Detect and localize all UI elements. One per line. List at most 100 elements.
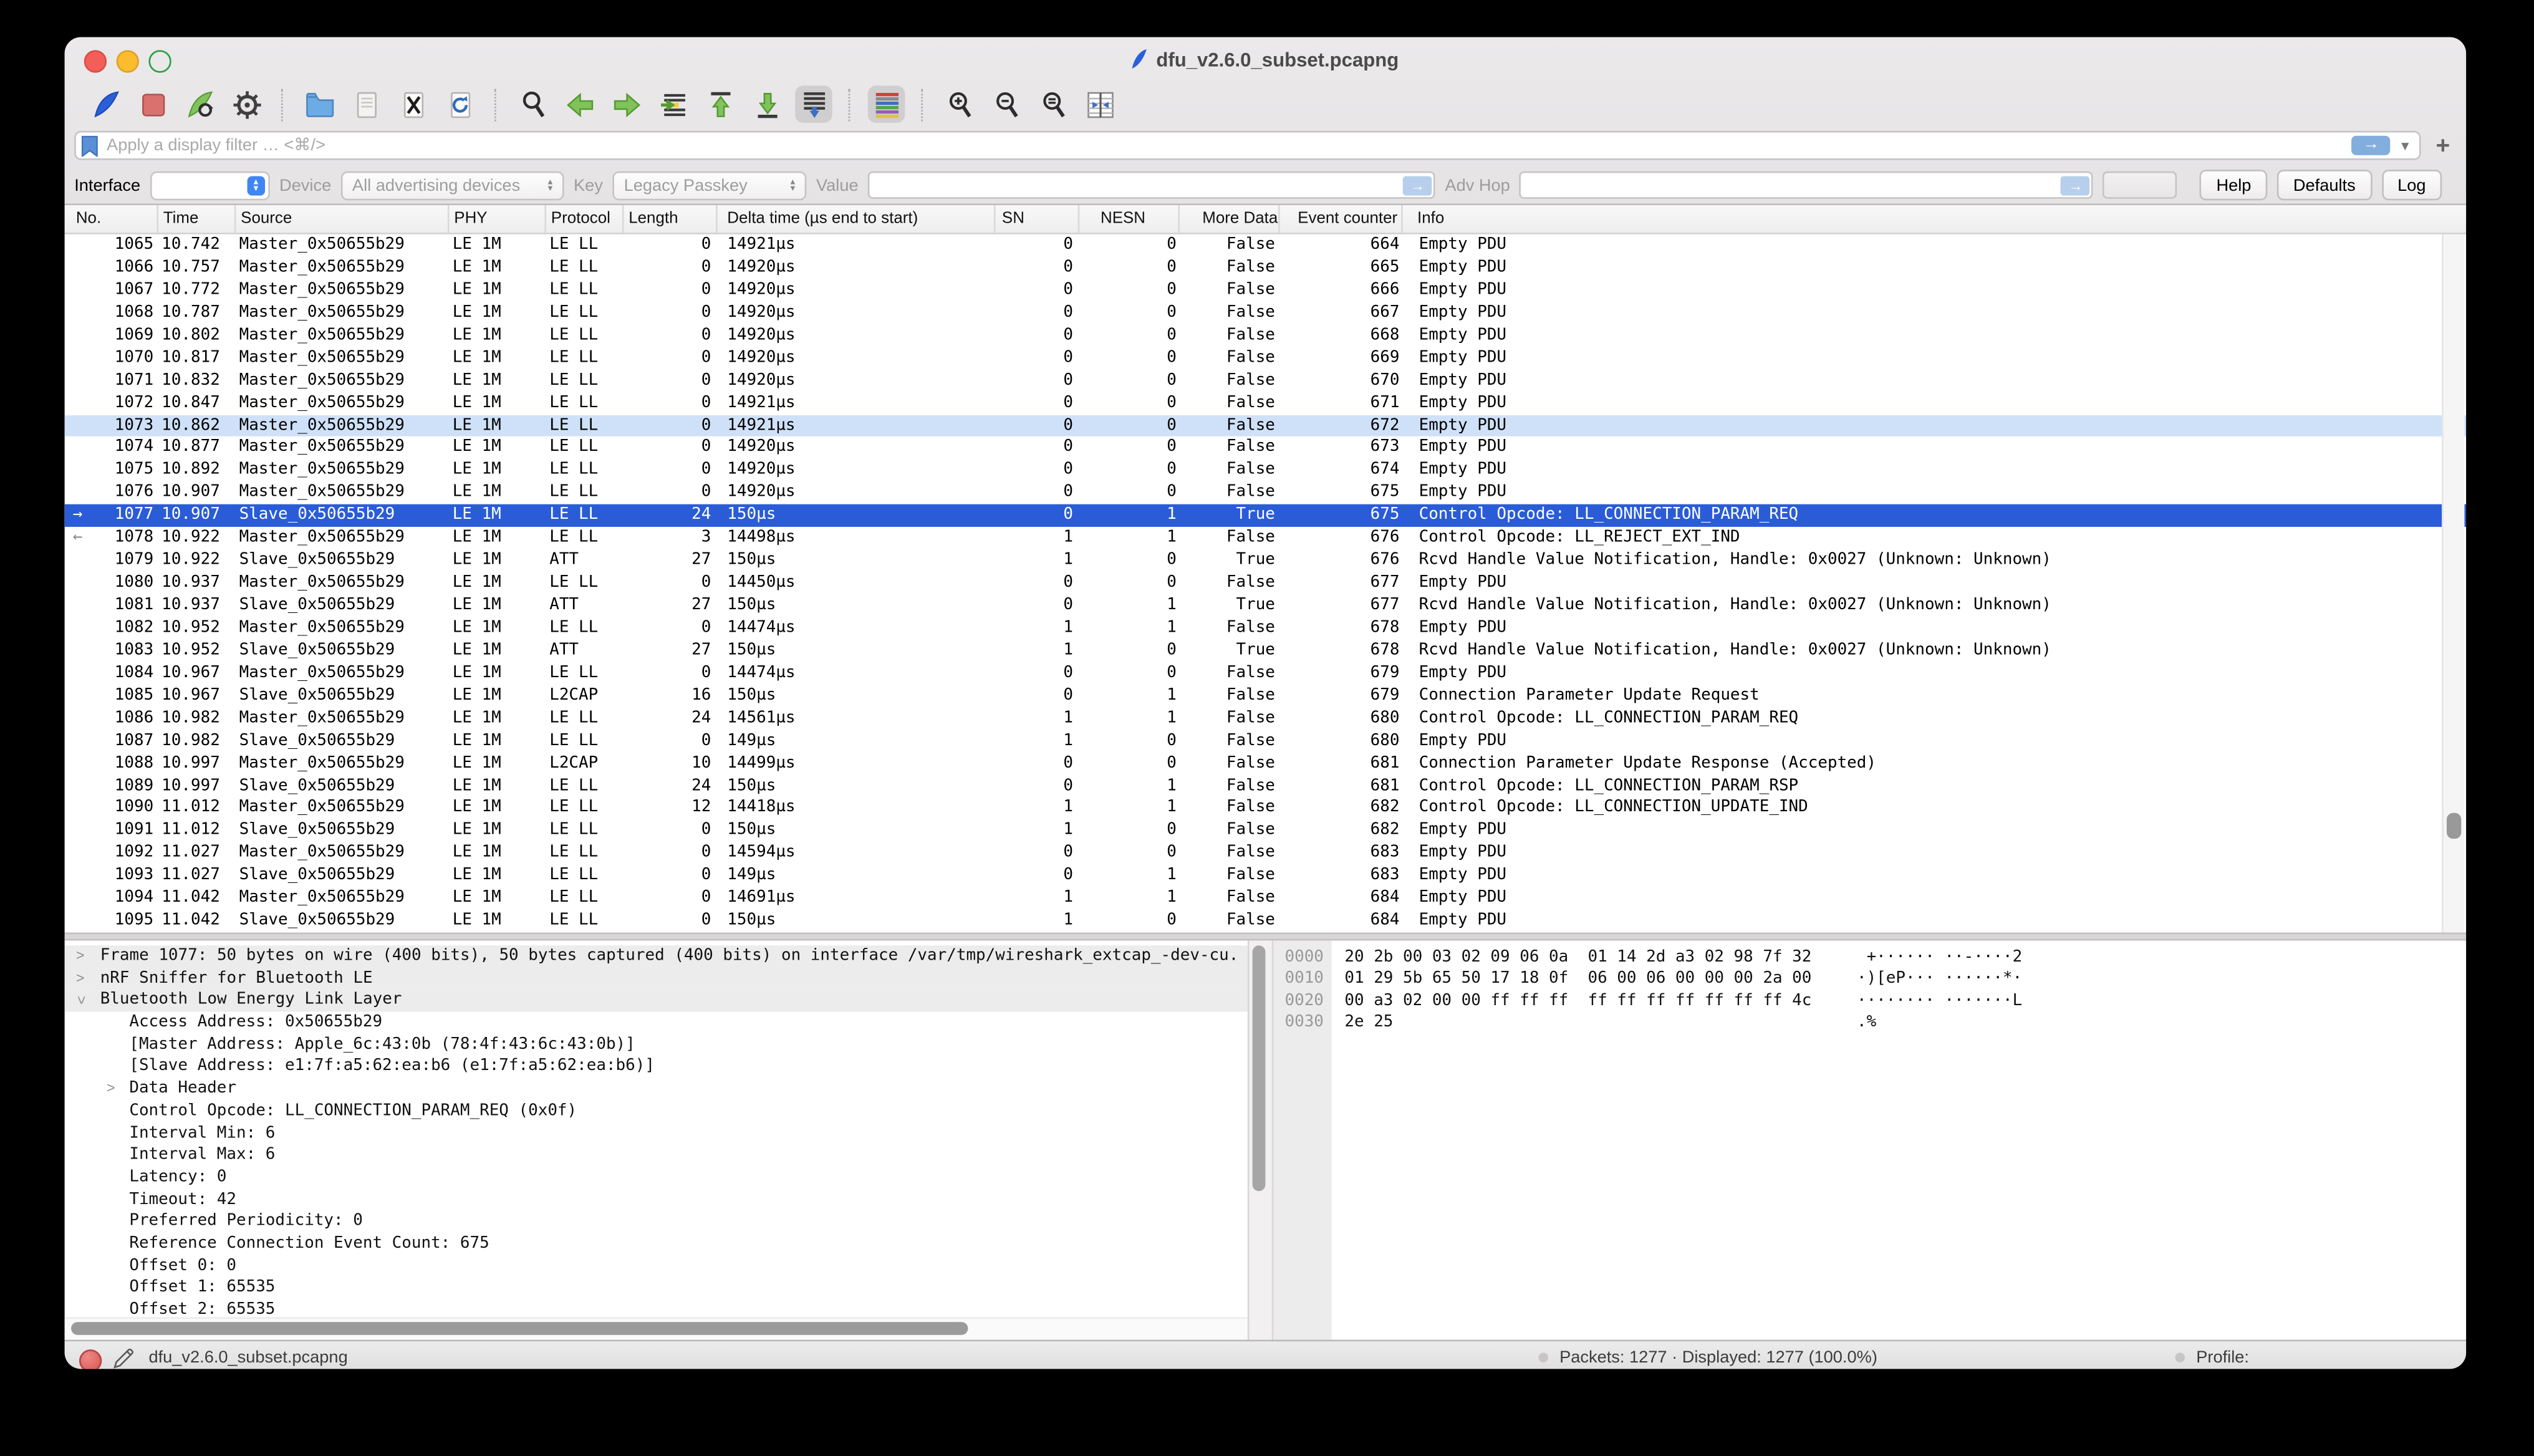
stop-capture-icon[interactable]	[134, 85, 171, 123]
reload-file-icon[interactable]	[441, 85, 479, 123]
packet-row[interactable]: 108810.997Master_0x50655b29LE 1ML2CAP101…	[65, 753, 2466, 775]
detail-horizontal-scrollbar[interactable]	[65, 1317, 1248, 1339]
capture-options-gear-icon[interactable]	[228, 85, 265, 123]
column-header-length[interactable]: Length	[624, 205, 717, 233]
packet-row[interactable]: 109311.027Slave_0x50655b29LE 1MLE LL0149…	[65, 865, 2466, 887]
packet-row[interactable]: 106810.787Master_0x50655b29LE 1MLE LL014…	[65, 302, 2466, 324]
column-header-time[interactable]: Time	[158, 205, 236, 233]
adv-hop-input[interactable]: →	[1520, 171, 2093, 199]
value-input[interactable]: →	[868, 171, 1435, 199]
packet-row[interactable]: 107910.922Slave_0x50655b29LE 1MATT27150µ…	[65, 550, 2466, 572]
add-filter-button-plus-icon[interactable]: +	[2429, 132, 2456, 159]
packet-row[interactable]: 108610.982Master_0x50655b29LE 1MLE LL241…	[65, 707, 2466, 730]
go-back-icon[interactable]	[561, 85, 598, 123]
hex-line[interactable]: 000020 2b 00 03 02 09 06 0a 01 14 2d a3 …	[1273, 947, 2466, 969]
hex-line[interactable]: 001001 29 5b 65 50 17 18 0f 06 00 06 00 …	[1273, 969, 2466, 991]
column-header-phy[interactable]: PHY	[450, 205, 547, 233]
display-filter-input[interactable]: Apply a display filter … <⌘/> → ▼	[74, 131, 2421, 160]
zoom-reset-icon[interactable]	[1034, 85, 1072, 123]
packet-row[interactable]: 108510.967Slave_0x50655b29LE 1ML2CAP1615…	[65, 685, 2466, 707]
column-header-info[interactable]: Info	[1403, 205, 2466, 233]
packet-row[interactable]: 108410.967Master_0x50655b29LE 1MLE LL014…	[65, 662, 2466, 685]
packet-bytes-pane[interactable]: 000020 2b 00 03 02 09 06 0a 01 14 2d a3 …	[1273, 940, 2466, 1339]
column-header-sn[interactable]: SN	[996, 205, 1080, 233]
capture-comment-pencil-icon[interactable]	[113, 1348, 134, 1369]
packet-row[interactable]: 109111.012Slave_0x50655b29LE 1MLE LL0150…	[65, 820, 2466, 842]
status-packet-counts[interactable]: Packets: 1277 · Displayed: 1277 (100.0%)	[1559, 1348, 1877, 1367]
packet-row[interactable]: →107710.907Slave_0x50655b29LE 1MLE LL241…	[65, 504, 2466, 527]
interface-select[interactable]: ▲▼	[150, 170, 270, 200]
packet-row[interactable]: 107110.832Master_0x50655b29LE 1MLE LL014…	[65, 370, 2466, 392]
detail-line[interactable]: >nRF Sniffer for Bluetooth LE	[65, 968, 1248, 990]
start-capture-icon[interactable]	[87, 85, 125, 123]
filter-dropdown-caret[interactable]: ▼	[2399, 138, 2412, 153]
auto-scroll-icon[interactable]	[795, 85, 832, 123]
column-header-nesn[interactable]: NESN	[1079, 205, 1180, 233]
packet-row[interactable]: 108910.997Slave_0x50655b29LE 1MLE LL2415…	[65, 775, 2466, 798]
go-to-packet-icon[interactable]	[655, 85, 692, 123]
detail-line[interactable]: Access Address: 0x50655b29	[65, 1012, 1248, 1034]
packet-row[interactable]: 108710.982Slave_0x50655b29LE 1MLE LL0149…	[65, 730, 2466, 753]
pane-splitter-horizontal[interactable]	[65, 932, 2466, 940]
detail-line[interactable]: Control Opcode: LL_CONNECTION_PARAM_REQ …	[65, 1101, 1248, 1122]
scrollbar-thumb[interactable]	[71, 1322, 968, 1335]
hex-line[interactable]: 00302e 25.%	[1273, 1012, 2466, 1034]
detail-line[interactable]: Offset 0: 0	[65, 1255, 1248, 1277]
value-apply-arrow-icon[interactable]: →	[1403, 175, 1432, 195]
packet-row[interactable]: 108210.952Master_0x50655b29LE 1MLE LL014…	[65, 617, 2466, 640]
scrollbar-thumb[interactable]	[1253, 945, 1266, 1191]
resize-columns-icon[interactable]	[1081, 85, 1119, 123]
detail-line[interactable]: Reference Connection Event Count: 675	[65, 1233, 1248, 1255]
save-file-icon[interactable]	[347, 85, 385, 123]
packet-row[interactable]: 106610.757Master_0x50655b29LE 1MLE LL014…	[65, 257, 2466, 279]
find-packet-icon[interactable]	[514, 85, 551, 123]
detail-line[interactable]: Interval Max: 6	[65, 1144, 1248, 1166]
device-select[interactable]: All advertising devices▲▼	[341, 170, 564, 200]
close-file-icon[interactable]	[394, 85, 431, 123]
packet-row[interactable]: 107310.862Master_0x50655b29LE 1MLE LL014…	[65, 415, 2466, 437]
go-forward-icon[interactable]	[608, 85, 645, 123]
detail-line[interactable]: Offset 1: 65535	[65, 1277, 1248, 1299]
packet-row[interactable]: 108010.937Master_0x50655b29LE 1MLE LL014…	[65, 572, 2466, 595]
help-button[interactable]: Help	[2200, 170, 2268, 200]
detail-line[interactable]: Timeout: 42	[65, 1188, 1248, 1210]
zoom-out-icon[interactable]	[988, 85, 1025, 123]
column-header-more-data[interactable]: More Data	[1180, 205, 1280, 233]
expander-open-icon[interactable]: >	[69, 996, 92, 1005]
packet-list[interactable]: 106510.742Master_0x50655b29LE 1MLE LL014…	[65, 234, 2466, 933]
packet-row[interactable]: 109511.042Slave_0x50655b29LE 1MLE LL0150…	[65, 910, 2466, 933]
packet-row[interactable]: 107010.817Master_0x50655b29LE 1MLE LL014…	[65, 347, 2466, 369]
defaults-button[interactable]: Defaults	[2277, 170, 2372, 200]
packet-row[interactable]: 107410.877Master_0x50655b29LE 1MLE LL014…	[65, 437, 2466, 460]
expander-closed-icon[interactable]: >	[76, 945, 85, 968]
filter-bookmark-icon[interactable]	[81, 135, 99, 156]
hex-line[interactable]: 002000 a3 02 00 00 ff ff ff ff ff ff ff …	[1273, 990, 2466, 1012]
packet-row[interactable]: 109011.012Master_0x50655b29LE 1MLE LL121…	[65, 798, 2466, 820]
adv-hop-apply-arrow-icon[interactable]: →	[2061, 175, 2091, 195]
detail-vertical-scrollbar[interactable]	[1248, 940, 1273, 1339]
packet-row[interactable]: 109211.027Master_0x50655b29LE 1MLE LL014…	[65, 842, 2466, 865]
column-header-no[interactable]: No.	[65, 205, 158, 233]
detail-line[interactable]: [Master Address: Apple_6c:43:0b (78:4f:4…	[65, 1034, 1248, 1056]
zoom-in-icon[interactable]	[940, 85, 978, 123]
column-header-protocol[interactable]: Protocol	[546, 205, 624, 233]
detail-line[interactable]: Latency: 0	[65, 1167, 1248, 1188]
detail-line[interactable]: >Bluetooth Low Energy Link Layer	[65, 990, 1248, 1011]
title-bar[interactable]: dfu_v2.6.0_subset.pcapng	[65, 37, 2466, 81]
packet-row[interactable]: 108110.937Slave_0x50655b29LE 1MATT27150µ…	[65, 595, 2466, 617]
scrollbar-thumb[interactable]	[2447, 813, 2461, 839]
packet-row[interactable]: 109411.042Master_0x50655b29LE 1MLE LL014…	[65, 887, 2466, 910]
open-file-folder-icon[interactable]	[301, 85, 338, 123]
column-header-delta[interactable]: Delta time (µs end to start)	[718, 205, 996, 233]
apply-filter-button[interactable]: →	[2352, 136, 2391, 155]
packet-list-vertical-scrollbar[interactable]	[2442, 234, 2464, 933]
detail-line[interactable]: >Data Header	[65, 1078, 1248, 1100]
detail-line[interactable]: Preferred Periodicity: 0	[65, 1211, 1248, 1233]
packet-detail-pane[interactable]: >Frame 1077: 50 bytes on wire (400 bits)…	[65, 940, 1248, 1339]
packet-row[interactable]: 107510.892Master_0x50655b29LE 1MLE LL014…	[65, 460, 2466, 482]
colorize-packets-icon[interactable]	[868, 85, 905, 123]
status-filename[interactable]: dfu_v2.6.0_subset.pcapng	[148, 1348, 347, 1367]
column-header-source[interactable]: Source	[236, 205, 449, 233]
key-select[interactable]: Legacy Passkey▲▼	[612, 170, 806, 200]
restart-capture-icon[interactable]	[181, 85, 218, 123]
